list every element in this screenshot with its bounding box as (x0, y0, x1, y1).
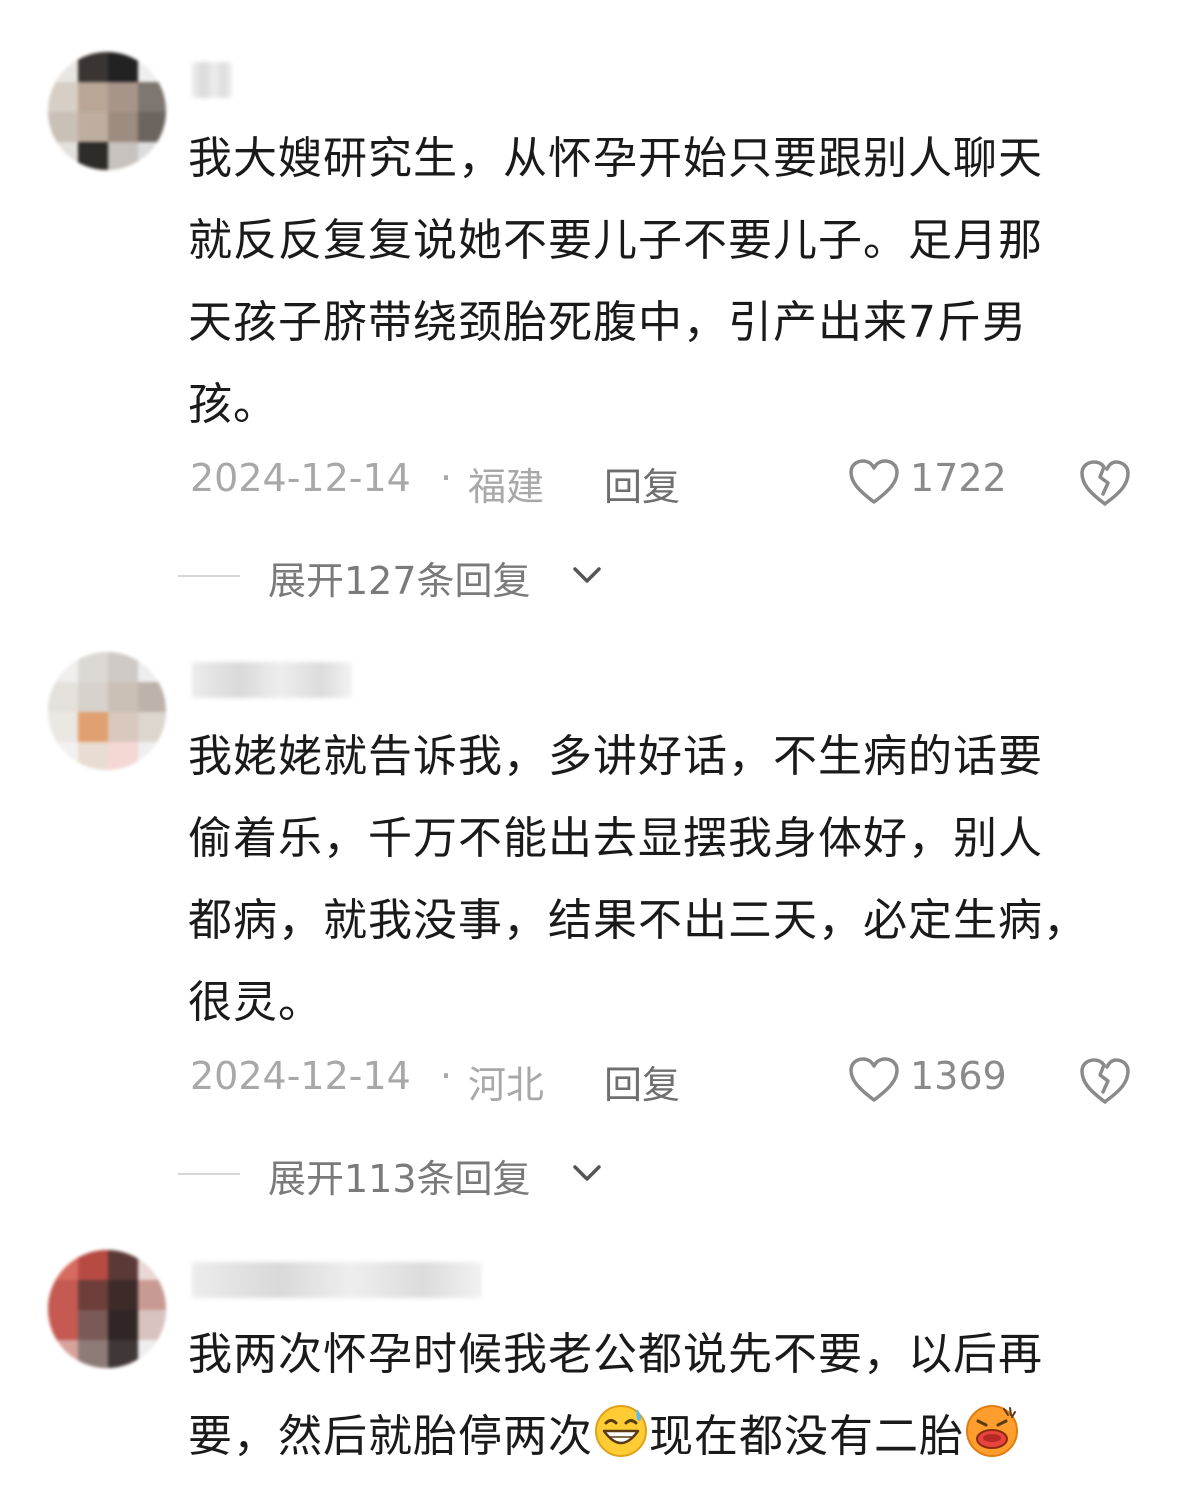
username[interactable] (192, 62, 232, 98)
chevron-down-icon (573, 1165, 601, 1181)
grinning-sweat-emoji (593, 1403, 649, 1459)
broken-heart-icon[interactable] (1078, 1056, 1132, 1106)
comment-meta: 2024-12-14 · 河北 回复 1369 (190, 1054, 1150, 1107)
comment-text-line: 都病，就我没事，结果不出三天，必定生病， (188, 895, 1088, 946)
comment-date: 2024-12-14 (190, 1054, 411, 1098)
username[interactable] (192, 1262, 482, 1298)
comment-text-line: 我两次怀孕时候我老公都说先不要，以后再 (188, 1329, 1043, 1380)
avatar[interactable] (48, 52, 166, 170)
expand-replies-label: 展开127条回复 (268, 559, 531, 603)
face-with-open-mouth-emoji (964, 1403, 1020, 1459)
comment-text-line: 很灵。 (188, 977, 323, 1028)
comment-text-line: 我大嫂研究生，从怀孕开始只要跟别人聊天 (188, 133, 1043, 184)
comment-location: 河北 (468, 1063, 545, 1107)
comment-text-line: 天孩子脐带绕颈胎死腹中，引产出来7斤男 (188, 297, 1027, 348)
separator-dot: · (440, 1054, 453, 1098)
divider-line (178, 1173, 240, 1175)
like-count: 1369 (910, 1054, 1007, 1098)
comment-location: 福建 (468, 465, 545, 509)
comment-text-line: 就反反复复说她不要儿子不要儿子。足月那 (188, 215, 1043, 266)
comment-text-line: 要，然后就胎停两次 现在都没有二胎 (188, 1396, 1148, 1478)
avatar[interactable] (48, 652, 166, 770)
reply-button[interactable]: 回复 (604, 456, 680, 511)
separator-dot: · (440, 456, 453, 500)
comment-text-segment: 要，然后就胎停两次 (188, 1411, 593, 1462)
like-count: 1722 (910, 456, 1007, 500)
comment-text-line: 孩。 (188, 379, 278, 430)
chevron-down-icon (573, 567, 601, 583)
reply-button[interactable]: 回复 (604, 1054, 680, 1109)
comment-text-line: 我姥姥就告诉我，多讲好话，不生病的话要 (188, 731, 1043, 782)
username[interactable] (192, 662, 352, 698)
comment-meta: 2024-12-14 · 福建 回复 1722 (190, 456, 1150, 509)
heart-outline-icon[interactable] (848, 458, 900, 506)
divider-line (178, 575, 240, 577)
comment-text-line: 偷着乐，千万不能出去显摆我身体好，别人 (188, 813, 1043, 864)
broken-heart-icon[interactable] (1078, 458, 1132, 508)
avatar[interactable] (48, 1250, 166, 1368)
heart-outline-icon[interactable] (848, 1056, 900, 1104)
expand-replies-label: 展开113条回复 (268, 1157, 531, 1201)
comment-text-segment: 现在都没有二胎 (649, 1411, 964, 1462)
comment-date: 2024-12-14 (190, 456, 411, 500)
